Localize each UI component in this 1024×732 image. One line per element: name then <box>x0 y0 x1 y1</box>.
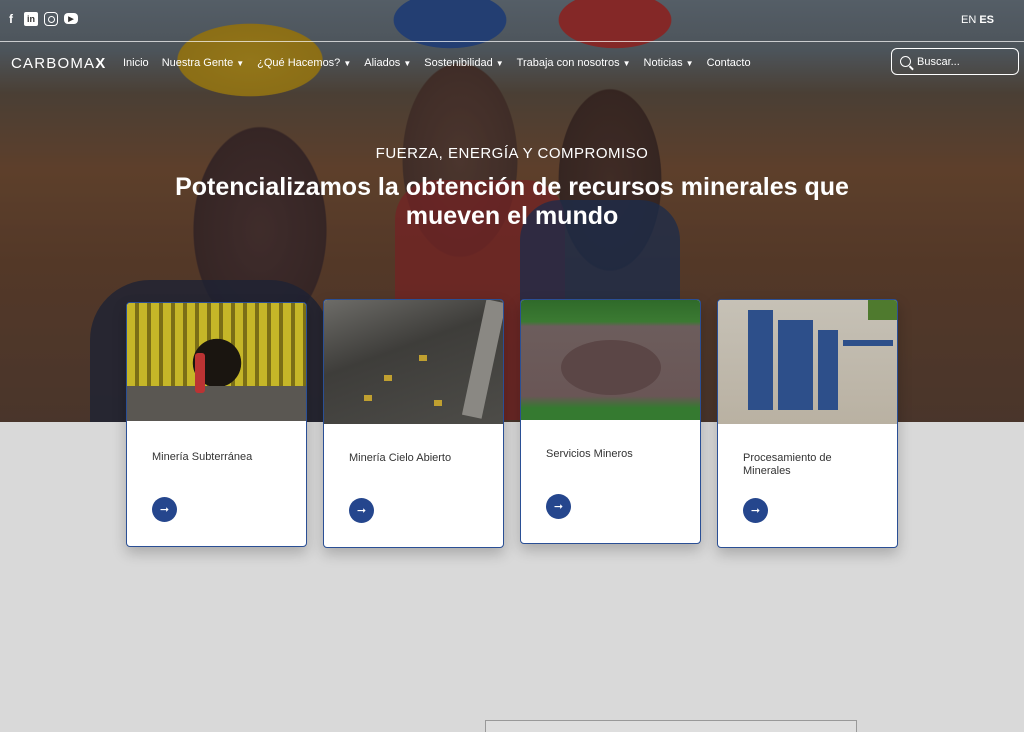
arrow-right-icon[interactable]: ➞ <box>349 498 374 523</box>
arrow-right-icon[interactable]: ➞ <box>546 494 571 519</box>
nav-item-label: Noticias <box>643 57 683 69</box>
hero-headline-line-1: Potencializamos la obtención de recursos… <box>175 173 849 201</box>
youtube-icon[interactable]: ▶ <box>64 13 78 24</box>
card-title: Procesamiento de Minerales <box>743 452 832 477</box>
hero-headline-line-2: mueven el mundo <box>405 202 619 230</box>
carbomax-logo[interactable]: CARBOMAX <box>11 55 106 72</box>
mineral-processing-image <box>718 300 897 424</box>
underground-mine-image <box>127 303 306 421</box>
open-pit-mine-image <box>324 300 503 424</box>
nav-item-nuestra-gente[interactable]: Nuestra Gente ▼ <box>162 57 244 69</box>
nav-item-aliados[interactable]: Aliados ▼ <box>364 57 411 69</box>
facebook-icon[interactable]: f <box>4 12 18 26</box>
service-card-procesamiento-de-minerales[interactable]: Procesamiento de Minerales ➞ <box>717 299 898 548</box>
nav-menu: Inicio Nuestra Gente ▼ ¿Qué Hacemos? ▼ Ali… <box>123 57 764 69</box>
card-title: Servicios Mineros <box>546 448 633 460</box>
nav-item-trabaja-con-nosotros[interactable]: Trabaja con nosotros ▼ <box>517 57 631 69</box>
search-input[interactable]: Buscar... <box>891 48 1019 75</box>
social-links: f in ▶ <box>4 12 78 26</box>
nav-item-label: Trabaja con nosotros <box>516 57 620 69</box>
caret-down-icon: ▼ <box>343 59 352 68</box>
linkedin-icon[interactable]: in <box>24 12 38 26</box>
nav-item-label: Contacto <box>706 57 751 69</box>
caret-down-icon: ▼ <box>622 59 631 68</box>
nav-item-noticias[interactable]: Noticias ▼ <box>644 57 694 69</box>
nav-item-label: ¿Qué Hacemos? <box>257 57 341 69</box>
caret-down-icon: ▼ <box>685 59 694 68</box>
nav-item-inicio[interactable]: Inicio <box>123 57 149 69</box>
nav-item-label: Inicio <box>123 57 149 69</box>
search-icon <box>900 56 911 67</box>
mining-services-image <box>521 300 700 420</box>
logo-text: CARBOMA <box>11 55 96 72</box>
search-placeholder: Buscar... <box>917 55 960 68</box>
nav-item-que-hacemos[interactable]: ¿Qué Hacemos? ▼ <box>257 57 351 69</box>
hero-headline: Potencializamos la obtención de recursos… <box>120 173 904 231</box>
lang-en-link[interactable]: EN <box>961 14 976 26</box>
hero-tagline: FUERZA, ENERGÍA Y COMPROMISO <box>375 145 649 162</box>
arrow-right-icon[interactable]: ➞ <box>743 498 768 523</box>
nav-item-label: Sostenibilidad <box>424 57 493 69</box>
service-card-mineria-cielo-abierto[interactable]: Minería Cielo Abierto ➞ <box>323 299 504 548</box>
service-card-servicios-mineros[interactable]: Servicios Mineros ➞ <box>520 299 701 544</box>
logo-mark: X <box>95 55 107 72</box>
card-title: Minería Subterránea <box>152 451 253 463</box>
arrow-right-icon[interactable]: ➞ <box>152 497 177 522</box>
nav-item-contacto[interactable]: Contacto <box>707 57 751 69</box>
language-switcher: EN ES <box>961 14 994 26</box>
service-card-mineria-subterranea[interactable]: Minería Subterránea ➞ <box>126 302 307 547</box>
nav-item-label: Nuestra Gente <box>161 57 234 69</box>
lang-es-link[interactable]: ES <box>979 14 994 26</box>
caret-down-icon: ▼ <box>403 59 412 68</box>
caret-down-icon: ▼ <box>495 59 504 68</box>
caret-down-icon: ▼ <box>236 59 245 68</box>
instagram-icon[interactable] <box>44 12 58 26</box>
content-frame <box>485 720 857 732</box>
main-navigation: CARBOMAX Inicio Nuestra Gente ▼ ¿Qué Hace… <box>0 42 1024 84</box>
nav-item-label: Aliados <box>364 57 401 69</box>
card-title: Minería Cielo Abierto <box>349 452 452 464</box>
nav-item-sostenibilidad[interactable]: Sostenibilidad ▼ <box>424 57 503 69</box>
